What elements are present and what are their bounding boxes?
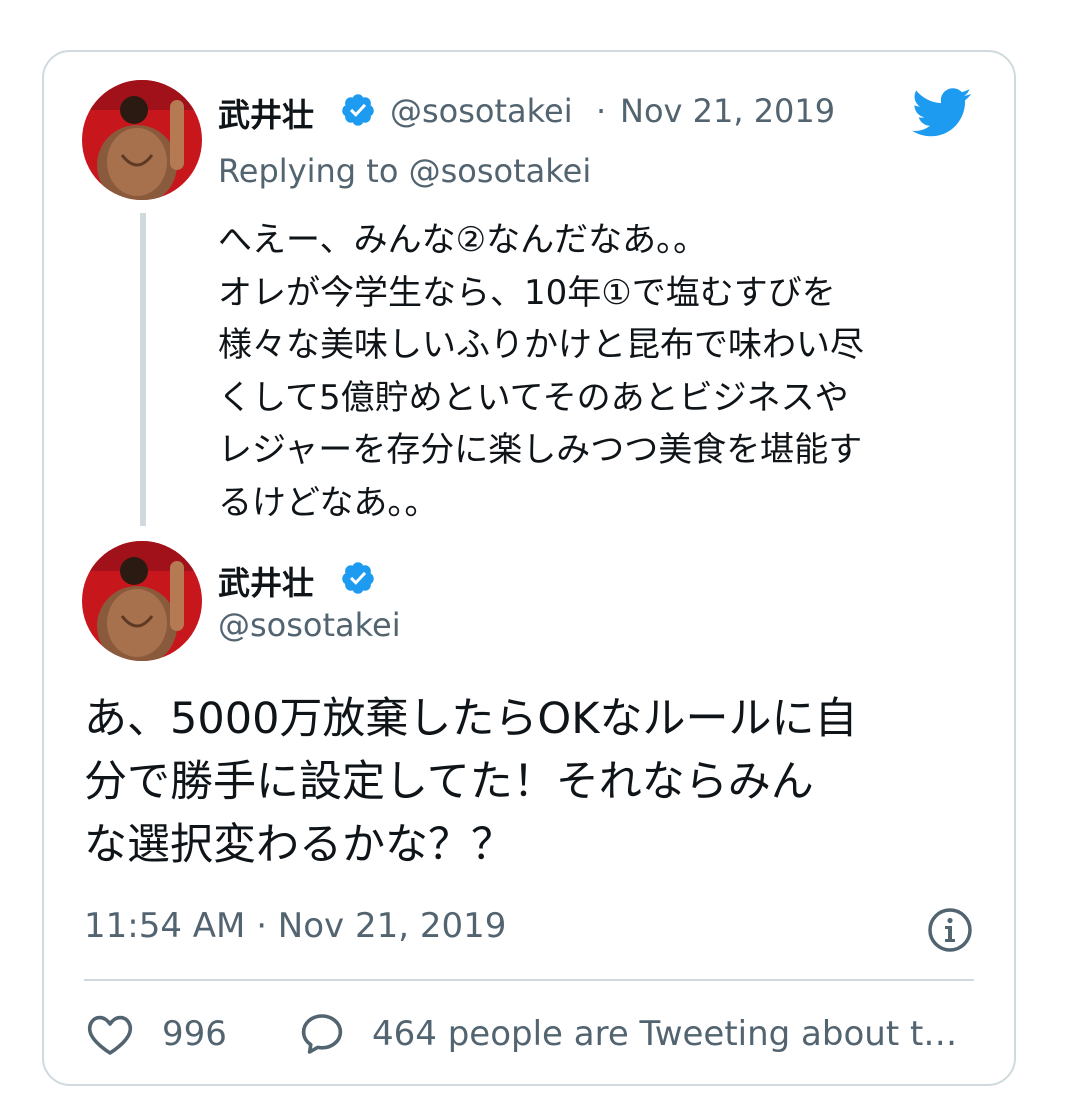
- tweet-text: あ、5000万放棄したらOKなルールに自 分で勝手に設定してた！それならみん な…: [84, 694, 858, 870]
- twitter-bird-icon[interactable]: [912, 88, 972, 138]
- display-name[interactable]: 武井壮: [218, 558, 314, 604]
- avatar[interactable]: [82, 541, 202, 661]
- heart-icon[interactable]: [86, 1012, 134, 1056]
- thread-connector-line: [140, 213, 146, 526]
- verified-badge-icon: [342, 562, 374, 594]
- handle[interactable]: @sosotakei: [390, 92, 573, 130]
- tweet-date[interactable]: Nov 21, 2019: [620, 92, 835, 130]
- like-count[interactable]: 996: [162, 1014, 227, 1054]
- speech-bubble-icon[interactable]: [298, 1010, 346, 1058]
- display-name[interactable]: 武井壮: [218, 90, 314, 136]
- separator: ·: [596, 92, 607, 130]
- quoted-tweet-text: へえー、みんな②なんだなあ。。 オレが今学生なら、10年①で塩むすびを 様々な美…: [218, 220, 864, 523]
- replying-to[interactable]: Replying to @sosotakei: [218, 152, 591, 190]
- handle[interactable]: @sosotakei: [218, 606, 401, 644]
- divider: [84, 979, 974, 981]
- tweet-timestamp[interactable]: 11:54 AM · Nov 21, 2019: [84, 906, 506, 946]
- info-icon[interactable]: [926, 906, 974, 954]
- avatar[interactable]: [82, 80, 202, 200]
- reply-conversation-link[interactable]: 464 people are Tweeting about t…: [372, 1014, 957, 1054]
- verified-badge-icon: [342, 94, 374, 126]
